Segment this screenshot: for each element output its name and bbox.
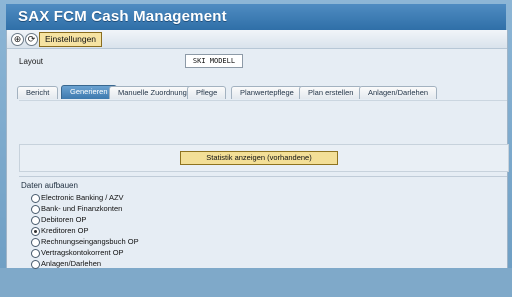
- tab-plan-erstellen[interactable]: Plan erstellen: [299, 86, 363, 99]
- tab-pflege[interactable]: Pflege: [187, 86, 227, 99]
- application-window: SAX FCM Cash Management ⊕ ⟳ Einstellunge…: [0, 0, 512, 269]
- radio-button[interactable]: [31, 238, 40, 247]
- app-title: SAX FCM Cash Management: [18, 8, 227, 25]
- tab-bericht[interactable]: Bericht: [17, 86, 59, 99]
- option-label: Vertragskontokorrent OP: [41, 248, 124, 257]
- option-label: Anlagen/Darlehen: [41, 259, 102, 268]
- layout-label: Layout: [19, 57, 44, 66]
- radio-button[interactable]: [31, 216, 40, 225]
- toolbar: ⊕ ⟳ Einstellungen: [7, 30, 507, 49]
- layout-row: Layout SKI MODELL: [7, 54, 507, 68]
- data-build-group: Daten aufbauen Electronic Banking / AZV …: [19, 176, 507, 297]
- help-icon[interactable]: ⟳: [25, 33, 38, 46]
- radio-button[interactable]: [31, 249, 40, 258]
- statistics-box: Statistik anzeigen (vorhandene): [19, 144, 509, 172]
- option-label: Debitoren OP: [41, 215, 87, 224]
- radio-button[interactable]: [31, 194, 40, 203]
- execute-icon[interactable]: ⊕: [11, 33, 24, 46]
- tab-strip: Bericht Generieren Manuelle Zuordnung Pf…: [17, 84, 507, 100]
- statistics-button[interactable]: Statistik anzeigen (vorhandene): [180, 151, 338, 165]
- selected-radio-button[interactable]: [31, 227, 40, 236]
- option-label: Bank- und Finanzkonten: [41, 204, 123, 213]
- option-label: Rechnungseingangsbuch OP: [41, 237, 139, 246]
- option-label: Electronic Banking / AZV: [41, 193, 124, 202]
- option-label: Kreditoren OP: [41, 226, 89, 235]
- radio-button[interactable]: [31, 205, 40, 214]
- tab-planwertepflege[interactable]: Planwertepflege: [231, 86, 303, 99]
- layout-field[interactable]: SKI MODELL: [185, 54, 243, 68]
- settings-button[interactable]: Einstellungen: [39, 32, 103, 47]
- tab-manuelle-zuordnung[interactable]: Manuelle Zuordnung: [109, 86, 196, 99]
- main-panel: ⊕ ⟳ Einstellungen Layout SKI MODELL Beri…: [6, 30, 509, 269]
- title-bar: SAX FCM Cash Management: [6, 4, 506, 30]
- tab-anlagen-darlehen[interactable]: Anlagen/Darlehen: [359, 86, 438, 99]
- section-title: Daten aufbauen: [21, 181, 78, 190]
